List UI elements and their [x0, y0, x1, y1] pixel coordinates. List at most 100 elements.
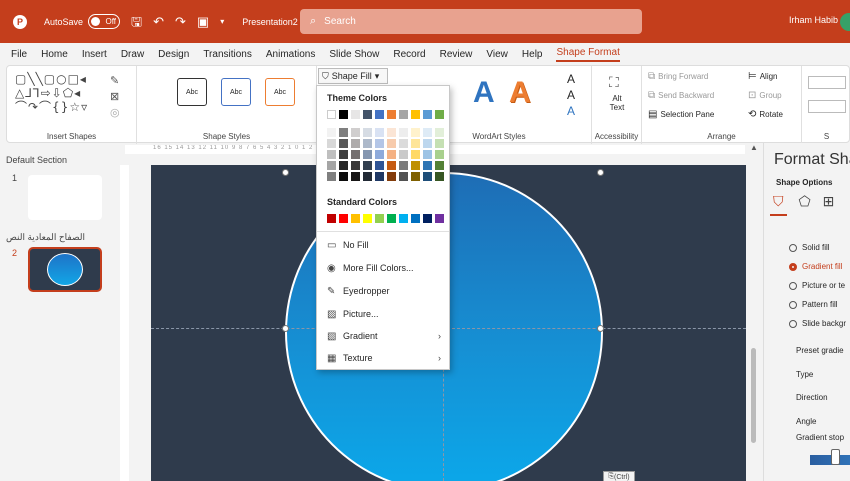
theme-shade-swatch[interactable] [327, 139, 336, 148]
theme-shade-swatch[interactable] [339, 161, 348, 170]
slide-background-fill-radio[interactable]: Slide backgr [789, 319, 846, 328]
theme-color-swatch[interactable] [375, 110, 384, 119]
wordart-style-orange[interactable]: A [509, 76, 531, 110]
slide-thumbnail-2[interactable] [28, 247, 102, 292]
theme-shade-swatch[interactable] [339, 128, 348, 137]
theme-shade-swatch[interactable] [399, 150, 408, 159]
theme-color-swatch[interactable] [423, 110, 432, 119]
theme-shade-swatch[interactable] [399, 128, 408, 137]
standard-color-swatch[interactable] [411, 214, 420, 223]
gradient-stops-bar[interactable] [810, 455, 850, 465]
theme-shade-swatch[interactable] [423, 139, 432, 148]
merge-shapes-icon[interactable]: ◎ [110, 106, 120, 119]
send-backward-button[interactable]: ⧉ Send Backward [648, 90, 714, 101]
theme-shade-swatch[interactable] [435, 128, 444, 137]
theme-shade-swatch[interactable] [387, 172, 396, 181]
theme-shade-swatch[interactable] [351, 172, 360, 181]
theme-shade-swatch[interactable] [411, 161, 420, 170]
solid-fill-radio[interactable]: Solid fill [789, 243, 830, 252]
theme-shade-swatch[interactable] [339, 172, 348, 181]
theme-shade-swatch[interactable] [387, 128, 396, 137]
undo-icon[interactable]: ↶ [153, 15, 164, 28]
shape-options-tab[interactable]: Shape Options [776, 178, 832, 187]
bring-forward-button[interactable]: ⧉ Bring Forward [648, 71, 708, 82]
theme-shade-swatch[interactable] [399, 139, 408, 148]
tab-slide-show[interactable]: Slide Show [329, 49, 379, 60]
gradient-stop-handle[interactable] [831, 449, 840, 465]
text-box-icon[interactable]: ⊠ [110, 90, 119, 103]
gradient-fill-radio[interactable]: Gradient fill [789, 262, 842, 271]
standard-color-swatch[interactable] [423, 214, 432, 223]
theme-shade-swatch[interactable] [423, 150, 432, 159]
theme-shade-swatch[interactable] [363, 128, 372, 137]
theme-shade-swatch[interactable] [399, 172, 408, 181]
paste-options-button[interactable]: ⎘ (Ctrl) [603, 471, 635, 481]
alt-text-button[interactable]: Alt Text [592, 94, 642, 112]
standard-color-swatch[interactable] [327, 214, 336, 223]
section-default[interactable]: Default Section [6, 155, 67, 165]
user-name[interactable]: Irham Habib [789, 15, 838, 25]
theme-shade-swatch[interactable] [387, 161, 396, 170]
theme-shade-swatch[interactable] [435, 139, 444, 148]
theme-shade-swatch[interactable] [327, 128, 336, 137]
theme-shade-swatch[interactable] [423, 128, 432, 137]
effects-icon[interactable]: ⬠ [799, 193, 811, 216]
autosave-toggle[interactable]: Off [88, 14, 121, 29]
theme-shade-swatch[interactable] [363, 139, 372, 148]
tab-transitions[interactable]: Transitions [203, 49, 252, 60]
resize-handle-top-left[interactable] [282, 169, 289, 176]
theme-shade-swatch[interactable] [435, 150, 444, 159]
theme-shade-swatch[interactable] [351, 128, 360, 137]
wordart-style-blue[interactable]: A [473, 76, 495, 110]
shapes-gallery[interactable]: ▢╲╲▢○□◂ △⅃⅂⇨⇩⬠◂ ⌒↷⌒{}☆▿ [15, 72, 88, 114]
text-fill-icon[interactable]: A [567, 72, 575, 86]
theme-shade-swatch[interactable] [327, 150, 336, 159]
presentation-icon[interactable]: ▣ [197, 15, 209, 28]
standard-color-swatch[interactable] [339, 214, 348, 223]
theme-shade-swatch[interactable] [327, 161, 336, 170]
standard-color-swatch[interactable] [363, 214, 372, 223]
redo-icon[interactable]: ↷ [175, 15, 186, 28]
customize-quick-access-icon[interactable]: ▾ [220, 17, 224, 26]
resize-handle-left[interactable] [282, 325, 289, 332]
theme-shade-swatch[interactable] [387, 139, 396, 148]
theme-shade-swatch[interactable] [339, 150, 348, 159]
more-fill-colors-item[interactable]: ◉ More Fill Colors... [317, 258, 449, 278]
tab-draw[interactable]: Draw [121, 49, 144, 60]
tab-design[interactable]: Design [158, 49, 189, 60]
theme-shade-swatch[interactable] [363, 172, 372, 181]
text-outline-icon[interactable]: A [567, 88, 575, 102]
theme-color-swatch[interactable] [339, 110, 348, 119]
theme-shade-swatch[interactable] [423, 161, 432, 170]
theme-shade-swatch[interactable] [327, 172, 336, 181]
alt-text-icon[interactable]: ⛶ [609, 74, 619, 91]
picture-fill-radio[interactable]: Picture or te [789, 281, 845, 290]
theme-shade-swatch[interactable] [387, 150, 396, 159]
standard-color-swatch[interactable] [375, 214, 384, 223]
slide-thumbnail-1[interactable] [28, 175, 102, 220]
standard-color-swatch[interactable] [387, 214, 396, 223]
theme-shade-swatch[interactable] [411, 150, 420, 159]
texture-item[interactable]: ▦ Texture › [317, 348, 449, 368]
theme-shade-swatch[interactable] [375, 161, 384, 170]
shape-style-1[interactable]: Abc [177, 78, 207, 106]
theme-shade-swatch[interactable] [363, 161, 372, 170]
tab-home[interactable]: Home [41, 49, 68, 60]
theme-shade-swatch[interactable] [375, 128, 384, 137]
vertical-scrollbar[interactable]: ▲ [748, 143, 760, 481]
selection-pane-button[interactable]: ▤ Selection Pane [648, 109, 714, 120]
theme-shade-swatch[interactable] [375, 172, 384, 181]
theme-shade-swatch[interactable] [351, 150, 360, 159]
theme-color-swatch[interactable] [399, 110, 408, 119]
text-effects-icon[interactable]: A [567, 104, 575, 118]
shape-fill-button[interactable]: ⛉ Shape Fill ▾ [318, 68, 388, 84]
shape-style-3[interactable]: Abc [265, 78, 295, 106]
theme-color-swatch[interactable] [387, 110, 396, 119]
tab-review[interactable]: Review [440, 49, 473, 60]
tab-animations[interactable]: Animations [266, 49, 315, 60]
fill-line-icon[interactable]: ⛉ [770, 193, 787, 216]
theme-shade-swatch[interactable] [339, 139, 348, 148]
scroll-thumb[interactable] [751, 348, 756, 443]
theme-shade-swatch[interactable] [351, 161, 360, 170]
tab-view[interactable]: View [486, 49, 508, 60]
